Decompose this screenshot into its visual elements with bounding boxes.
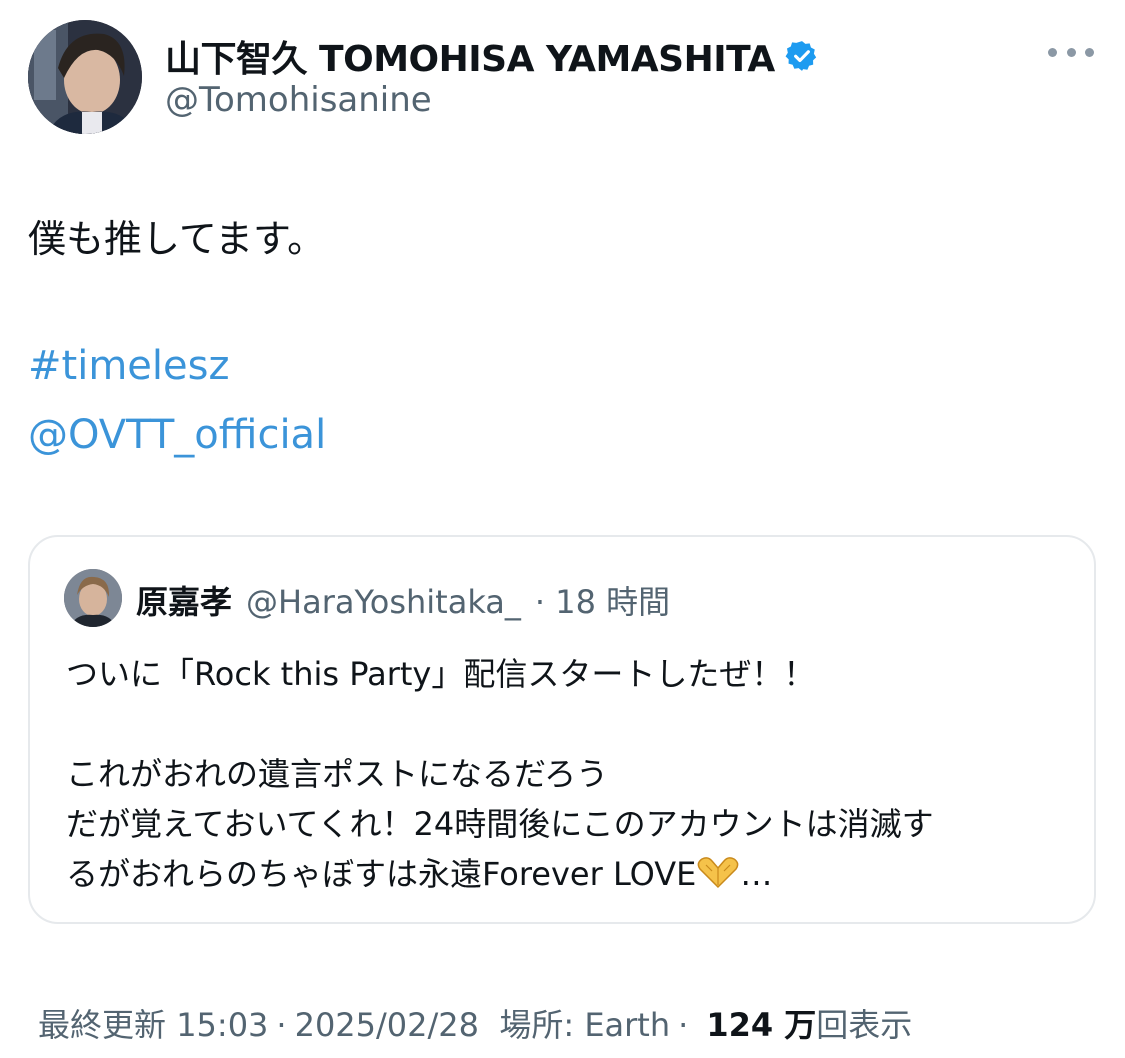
updated-label: 最終更新 xyxy=(38,1006,167,1044)
author-name-row: 山下智久 TOMOHISA YAMASHITA xyxy=(165,30,819,82)
tweet: 山下智久 TOMOHISA YAMASHITA @Tomohisanine 僕も… xyxy=(0,0,1125,1058)
quoted-header: 原嘉孝 @HaraYoshitaka_ · 18 時間 xyxy=(136,577,670,623)
more-dot xyxy=(1066,47,1076,57)
heart-hands-icon xyxy=(696,855,740,889)
author-handle[interactable]: @Tomohisanine xyxy=(165,80,432,120)
author-avatar[interactable] xyxy=(28,20,142,134)
more-options-icon[interactable] xyxy=(1048,38,1094,66)
quoted-ellipsis: … xyxy=(740,855,773,893)
quoted-timestamp: · 18 時間 xyxy=(534,583,671,621)
more-dot xyxy=(1048,47,1057,57)
tweet-location: 場所: Earth xyxy=(499,1006,671,1044)
quoted-text-segment: るがおれらのちゃぼすは永遠Forever LOVE xyxy=(66,855,697,893)
quoted-tweet-card[interactable]: 原嘉孝 @HaraYoshitaka_ · 18 時間 ついに「Rock thi… xyxy=(28,535,1096,924)
quoted-display-name[interactable]: 原嘉孝 xyxy=(136,577,232,623)
tweet-text: 僕も推してます。 xyxy=(28,217,326,261)
quoted-text-line: これがおれの遺言ポストになるだろう xyxy=(66,755,609,793)
views-label: 回表示 xyxy=(816,1006,913,1044)
verified-badge-icon xyxy=(785,39,819,73)
hashtag-link[interactable]: #timelesz xyxy=(28,343,229,389)
quoted-text-line: だが覚えておいてくれ！24時間後にこのアカウントは消滅す xyxy=(66,805,934,843)
quoted-text-line: ついに「Rock this Party」配信スタートしたぜ！！ xyxy=(66,655,816,693)
views-count[interactable]: 124 万 xyxy=(706,1000,816,1046)
author-display-name[interactable]: 山下智久 TOMOHISA YAMASHITA xyxy=(165,30,775,82)
tweet-time[interactable]: 15:03 xyxy=(176,1006,268,1044)
mention-link[interactable]: @OVTT_official xyxy=(28,412,326,458)
quoted-author-avatar[interactable] xyxy=(64,569,122,627)
meta-separator: · xyxy=(678,1006,689,1044)
meta-separator: · xyxy=(276,1006,287,1044)
tweet-date[interactable]: 2025/02/28 xyxy=(295,1006,479,1044)
quoted-handle[interactable]: @HaraYoshitaka_ xyxy=(246,583,521,621)
quoted-text-line: るがおれらのちゃぼすは永遠Forever LOVE … xyxy=(66,849,772,895)
more-dot xyxy=(1085,47,1094,57)
tweet-meta: 最終更新 15:03 · 2025/02/28 場所: Earth · 124 万回表示 xyxy=(38,1000,912,1046)
